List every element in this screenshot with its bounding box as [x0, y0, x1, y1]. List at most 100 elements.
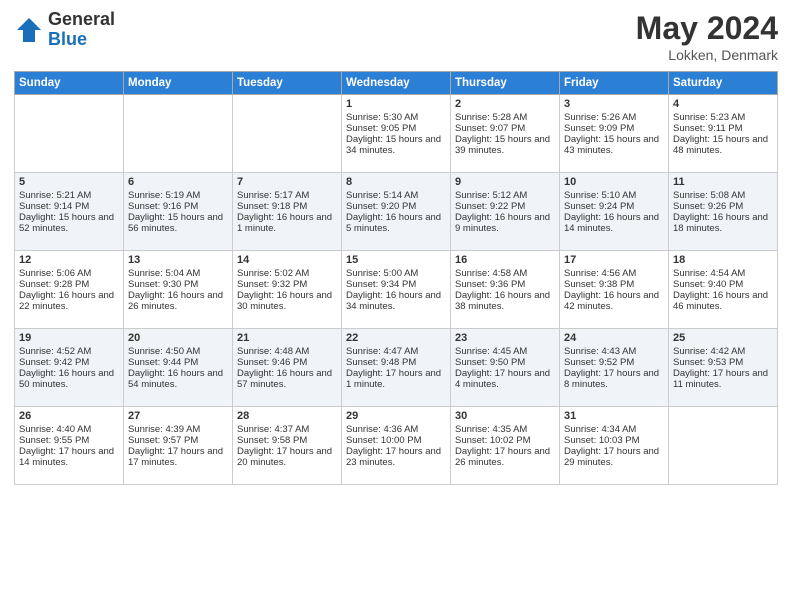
daylight-text: Daylight: 16 hours and 54 minutes.: [128, 368, 228, 390]
calendar-cell: 25Sunrise: 4:42 AMSunset: 9:53 PMDayligh…: [669, 329, 778, 407]
calendar-cell: 1Sunrise: 5:30 AMSunset: 9:05 PMDaylight…: [342, 95, 451, 173]
sunset-text: Sunset: 10:03 PM: [564, 435, 664, 446]
day-number: 25: [673, 332, 773, 344]
calendar-cell: 8Sunrise: 5:14 AMSunset: 9:20 PMDaylight…: [342, 173, 451, 251]
sunset-text: Sunset: 9:48 PM: [346, 357, 446, 368]
calendar-cell: 24Sunrise: 4:43 AMSunset: 9:52 PMDayligh…: [560, 329, 669, 407]
day-number: 18: [673, 254, 773, 266]
day-number: 8: [346, 176, 446, 188]
sunset-text: Sunset: 9:40 PM: [673, 279, 773, 290]
sunset-text: Sunset: 10:02 PM: [455, 435, 555, 446]
daylight-text: Daylight: 17 hours and 1 minute.: [346, 368, 446, 390]
sunset-text: Sunset: 9:18 PM: [237, 201, 337, 212]
sunset-text: Sunset: 9:58 PM: [237, 435, 337, 446]
calendar-cell: 4Sunrise: 5:23 AMSunset: 9:11 PMDaylight…: [669, 95, 778, 173]
day-number: 20: [128, 332, 228, 344]
logo: General Blue: [14, 10, 115, 50]
daylight-text: Daylight: 17 hours and 11 minutes.: [673, 368, 773, 390]
day-number: 28: [237, 410, 337, 422]
day-number: 13: [128, 254, 228, 266]
sunrise-text: Sunrise: 4:40 AM: [19, 424, 119, 435]
sunrise-text: Sunrise: 5:30 AM: [346, 112, 446, 123]
day-number: 24: [564, 332, 664, 344]
daylight-text: Daylight: 16 hours and 26 minutes.: [128, 290, 228, 312]
col-thursday: Thursday: [451, 72, 560, 95]
daylight-text: Daylight: 16 hours and 38 minutes.: [455, 290, 555, 312]
daylight-text: Daylight: 16 hours and 14 minutes.: [564, 212, 664, 234]
day-number: 21: [237, 332, 337, 344]
day-number: 31: [564, 410, 664, 422]
daylight-text: Daylight: 15 hours and 48 minutes.: [673, 134, 773, 156]
calendar-header-row: Sunday Monday Tuesday Wednesday Thursday…: [15, 72, 778, 95]
col-tuesday: Tuesday: [233, 72, 342, 95]
daylight-text: Daylight: 17 hours and 17 minutes.: [128, 446, 228, 468]
sunset-text: Sunset: 9:57 PM: [128, 435, 228, 446]
calendar-cell: 9Sunrise: 5:12 AMSunset: 9:22 PMDaylight…: [451, 173, 560, 251]
day-number: 29: [346, 410, 446, 422]
calendar-cell: [15, 95, 124, 173]
sunrise-text: Sunrise: 5:00 AM: [346, 268, 446, 279]
col-friday: Friday: [560, 72, 669, 95]
daylight-text: Daylight: 16 hours and 42 minutes.: [564, 290, 664, 312]
day-number: 4: [673, 98, 773, 110]
sunrise-text: Sunrise: 5:14 AM: [346, 190, 446, 201]
logo-general-text: General: [48, 10, 115, 30]
daylight-text: Daylight: 17 hours and 29 minutes.: [564, 446, 664, 468]
daylight-text: Daylight: 16 hours and 5 minutes.: [346, 212, 446, 234]
day-number: 19: [19, 332, 119, 344]
day-number: 1: [346, 98, 446, 110]
sunrise-text: Sunrise: 4:52 AM: [19, 346, 119, 357]
calendar-cell: 17Sunrise: 4:56 AMSunset: 9:38 PMDayligh…: [560, 251, 669, 329]
calendar-cell: 2Sunrise: 5:28 AMSunset: 9:07 PMDaylight…: [451, 95, 560, 173]
day-number: 26: [19, 410, 119, 422]
day-number: 5: [19, 176, 119, 188]
page: General Blue May 2024 Lokken, Denmark Su…: [0, 0, 792, 612]
sunrise-text: Sunrise: 4:36 AM: [346, 424, 446, 435]
sunset-text: Sunset: 10:00 PM: [346, 435, 446, 446]
title-block: May 2024 Lokken, Denmark: [636, 10, 778, 63]
daylight-text: Daylight: 16 hours and 1 minute.: [237, 212, 337, 234]
sunrise-text: Sunrise: 5:19 AM: [128, 190, 228, 201]
sunset-text: Sunset: 9:32 PM: [237, 279, 337, 290]
day-number: 14: [237, 254, 337, 266]
location: Lokken, Denmark: [636, 47, 778, 63]
calendar-cell: 7Sunrise: 5:17 AMSunset: 9:18 PMDaylight…: [233, 173, 342, 251]
calendar-cell: 15Sunrise: 5:00 AMSunset: 9:34 PMDayligh…: [342, 251, 451, 329]
sunrise-text: Sunrise: 4:43 AM: [564, 346, 664, 357]
calendar-week-4: 19Sunrise: 4:52 AMSunset: 9:42 PMDayligh…: [15, 329, 778, 407]
calendar-cell: 11Sunrise: 5:08 AMSunset: 9:26 PMDayligh…: [669, 173, 778, 251]
daylight-text: Daylight: 16 hours and 46 minutes.: [673, 290, 773, 312]
col-monday: Monday: [124, 72, 233, 95]
calendar-cell: 27Sunrise: 4:39 AMSunset: 9:57 PMDayligh…: [124, 407, 233, 485]
logo-text: General Blue: [48, 10, 115, 50]
calendar-cell: 16Sunrise: 4:58 AMSunset: 9:36 PMDayligh…: [451, 251, 560, 329]
daylight-text: Daylight: 16 hours and 22 minutes.: [19, 290, 119, 312]
day-number: 16: [455, 254, 555, 266]
sunrise-text: Sunrise: 5:10 AM: [564, 190, 664, 201]
day-number: 11: [673, 176, 773, 188]
calendar-cell: 14Sunrise: 5:02 AMSunset: 9:32 PMDayligh…: [233, 251, 342, 329]
sunset-text: Sunset: 9:38 PM: [564, 279, 664, 290]
sunrise-text: Sunrise: 5:17 AM: [237, 190, 337, 201]
calendar-cell: 30Sunrise: 4:35 AMSunset: 10:02 PMDaylig…: [451, 407, 560, 485]
sunrise-text: Sunrise: 5:06 AM: [19, 268, 119, 279]
calendar-cell: 6Sunrise: 5:19 AMSunset: 9:16 PMDaylight…: [124, 173, 233, 251]
calendar-week-3: 12Sunrise: 5:06 AMSunset: 9:28 PMDayligh…: [15, 251, 778, 329]
sunset-text: Sunset: 9:07 PM: [455, 123, 555, 134]
day-number: 6: [128, 176, 228, 188]
sunset-text: Sunset: 9:55 PM: [19, 435, 119, 446]
sunrise-text: Sunrise: 4:39 AM: [128, 424, 228, 435]
calendar-cell: [669, 407, 778, 485]
calendar-cell: 18Sunrise: 4:54 AMSunset: 9:40 PMDayligh…: [669, 251, 778, 329]
sunset-text: Sunset: 9:22 PM: [455, 201, 555, 212]
day-number: 9: [455, 176, 555, 188]
sunset-text: Sunset: 9:34 PM: [346, 279, 446, 290]
sunrise-text: Sunrise: 4:34 AM: [564, 424, 664, 435]
sunset-text: Sunset: 9:36 PM: [455, 279, 555, 290]
day-number: 12: [19, 254, 119, 266]
calendar-week-2: 5Sunrise: 5:21 AMSunset: 9:14 PMDaylight…: [15, 173, 778, 251]
calendar-cell: 5Sunrise: 5:21 AMSunset: 9:14 PMDaylight…: [15, 173, 124, 251]
daylight-text: Daylight: 17 hours and 14 minutes.: [19, 446, 119, 468]
daylight-text: Daylight: 16 hours and 57 minutes.: [237, 368, 337, 390]
sunrise-text: Sunrise: 4:42 AM: [673, 346, 773, 357]
